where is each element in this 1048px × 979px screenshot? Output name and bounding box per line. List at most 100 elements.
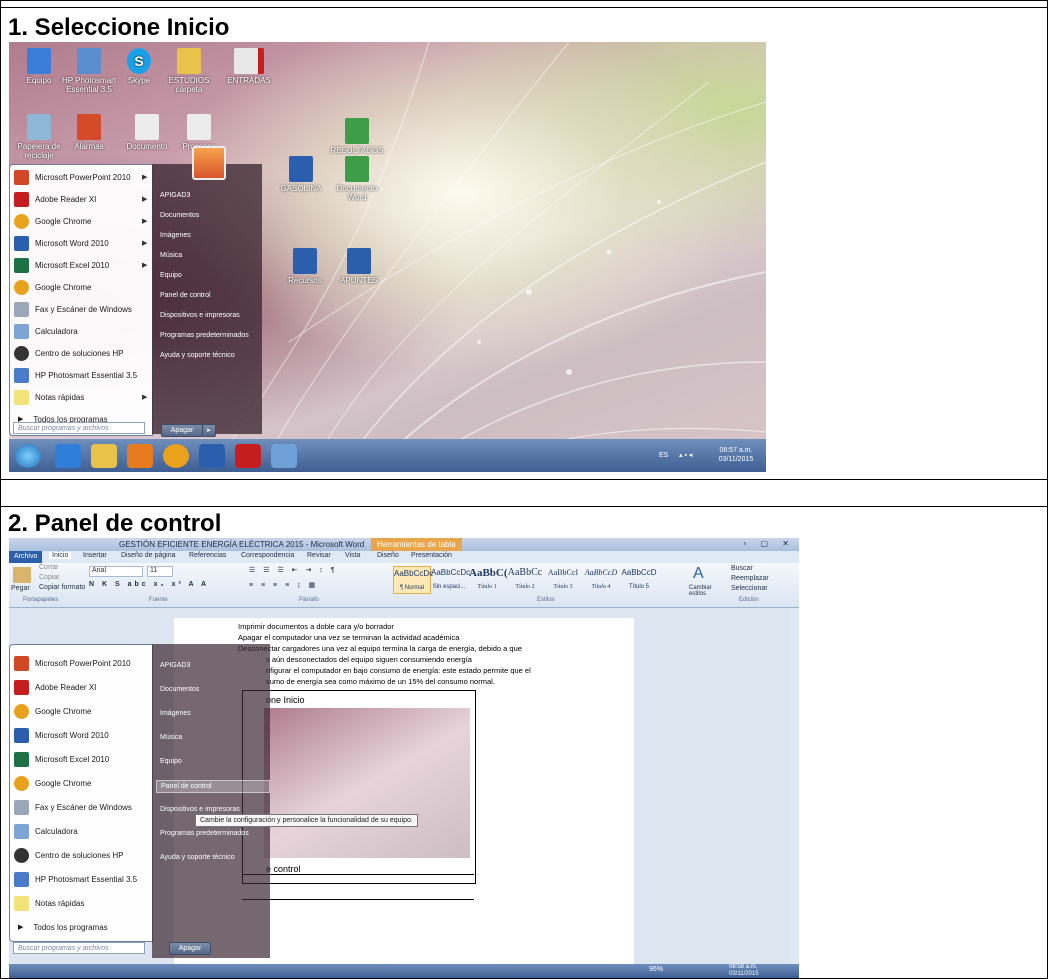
start-link-panel-control[interactable]: Panel de control bbox=[156, 780, 270, 793]
tab-diseno-pagina[interactable]: Diseño de página bbox=[121, 552, 176, 559]
font-size-select[interactable]: 11 bbox=[147, 566, 173, 577]
start-search-input[interactable]: Buscar programas y archivos bbox=[13, 422, 145, 434]
tab-revisar[interactable]: Revisar bbox=[307, 552, 331, 559]
style-sin-espaciado[interactable]: AaBbCcDc Sin espaci... bbox=[431, 566, 470, 592]
start-link-documentos[interactable]: Documentos bbox=[160, 686, 199, 693]
cut-button[interactable]: Cortar bbox=[39, 564, 58, 571]
desktop-icon-word2[interactable]: Recursos bbox=[275, 248, 335, 285]
select-button[interactable]: Seleccionar bbox=[731, 585, 768, 592]
network-icon[interactable] bbox=[271, 444, 297, 468]
program-item[interactable]: Fax y Escáner de Windows bbox=[14, 299, 132, 319]
program-item[interactable]: HP Photosmart Essential 3.5 bbox=[14, 365, 137, 385]
style-titulo-1[interactable]: AaBbC(Título 1 bbox=[469, 566, 508, 592]
start-link-user[interactable]: APIGAD3 bbox=[160, 192, 190, 199]
tab-archivo[interactable]: Archivo bbox=[9, 551, 43, 563]
shutdown-options-icon[interactable]: ▸ bbox=[202, 424, 216, 437]
program-item[interactable]: Notas rápidas bbox=[14, 893, 84, 913]
window-controls[interactable]: ▫ ▢ ✕ bbox=[743, 539, 795, 548]
start-link-programas[interactable]: Programas predeterminados bbox=[160, 830, 249, 837]
clock-2[interactable]: 08:58 a.m. 03/11/2015 bbox=[729, 964, 759, 978]
start-link-dispositivos[interactable]: Dispositivos e impresoras bbox=[160, 312, 240, 319]
start-link-programas[interactable]: Programas predeterminados bbox=[160, 332, 249, 339]
tab-referencias[interactable]: Referencias bbox=[189, 552, 226, 559]
start-link-musica[interactable]: Música bbox=[160, 734, 182, 741]
word-icon[interactable] bbox=[199, 444, 225, 468]
desktop-icon-excel2[interactable]: Documento Word bbox=[327, 156, 387, 202]
paste-icon[interactable] bbox=[13, 567, 31, 583]
program-item[interactable]: Microsoft Excel 2010 ▶ bbox=[14, 255, 147, 275]
list-buttons[interactable]: ☰ ☰ ☰ ⇤ ⇥ ↕ ¶ bbox=[249, 566, 338, 574]
shutdown-button-2[interactable]: Apagar bbox=[169, 942, 211, 955]
format-painter-button[interactable]: Copiar formato bbox=[39, 584, 85, 591]
start-orb-icon[interactable] bbox=[15, 444, 41, 468]
program-item[interactable]: Adobe Reader XI ▶ bbox=[14, 189, 147, 209]
program-item[interactable]: Microsoft PowerPoint 2010 bbox=[14, 653, 131, 673]
tab-insertar[interactable]: Insertar bbox=[83, 552, 107, 559]
tab-correspondencia[interactable]: Correspondencia bbox=[241, 552, 294, 559]
program-item[interactable]: Microsoft Word 2010 bbox=[14, 725, 109, 745]
program-item[interactable]: Microsoft PowerPoint 2010 ▶ bbox=[14, 167, 147, 187]
chrome-icon[interactable] bbox=[163, 444, 189, 468]
style-titulo-2[interactable]: AaBbCc Título 2 bbox=[507, 566, 543, 592]
start-link-ayuda[interactable]: Ayuda y soporte técnico bbox=[160, 352, 235, 359]
program-item[interactable]: Centro de soluciones HP bbox=[14, 845, 124, 865]
find-button[interactable]: Buscar bbox=[731, 565, 753, 572]
start-link-user[interactable]: APIGAD3 bbox=[160, 662, 190, 669]
start-link-panel-control[interactable]: Panel de control bbox=[160, 292, 211, 299]
desktop-icon-excel[interactable]: RESULTADOS bbox=[327, 118, 387, 155]
change-styles-button[interactable]: Cambiar estilos bbox=[689, 585, 713, 597]
start-link-documentos[interactable]: Documentos bbox=[160, 212, 199, 219]
language-indicator[interactable]: ES bbox=[659, 451, 668, 460]
media-player-icon[interactable] bbox=[127, 444, 153, 468]
start-link-imagenes[interactable]: Imágenes bbox=[160, 710, 191, 717]
all-programs[interactable]: ▶ Todos los programas bbox=[14, 917, 108, 937]
start-search-input-2[interactable]: Buscar programas y archivos bbox=[13, 942, 145, 954]
program-item[interactable]: Google Chrome bbox=[14, 773, 91, 793]
program-item[interactable]: Google Chrome ▶ bbox=[14, 211, 147, 231]
style-normal[interactable]: AaBbCcDc ¶ Normal bbox=[393, 566, 433, 594]
desktop-icon-doc[interactable]: Documento bbox=[117, 114, 177, 151]
style-titulo-5[interactable]: AaBbCcD Título 5 bbox=[621, 566, 657, 592]
program-item[interactable]: Fax y Escáner de Windows bbox=[14, 797, 132, 817]
format-buttons[interactable]: N K S abc x₂ x² A A bbox=[89, 581, 209, 588]
style-titulo-4[interactable]: AaBbCcD Título 4 bbox=[583, 566, 619, 592]
copy-button[interactable]: Copiar bbox=[39, 574, 60, 581]
program-item[interactable]: Calculadora bbox=[14, 321, 78, 341]
internet-explorer-icon[interactable] bbox=[55, 444, 81, 468]
desktop-icon-word3[interactable]: APUNTES bbox=[329, 248, 389, 285]
tab-vista[interactable]: Vista bbox=[345, 552, 360, 559]
program-item[interactable]: HP Photosmart Essential 3.5 bbox=[14, 869, 137, 889]
start-link-dispositivos[interactable]: Dispositivos e impresoras bbox=[160, 806, 240, 813]
program-item[interactable]: Microsoft Word 2010 ▶ bbox=[14, 233, 147, 253]
change-styles-icon[interactable]: A bbox=[693, 565, 704, 583]
start-link-equipo[interactable]: Equipo bbox=[160, 272, 182, 279]
start-link-imagenes[interactable]: Imágenes bbox=[160, 232, 191, 239]
desktop-icon-folder[interactable]: ESTUDIOS carpeta bbox=[159, 48, 219, 94]
shutdown-button[interactable]: Apagar bbox=[161, 424, 203, 437]
font-name-select[interactable]: Arial bbox=[89, 566, 143, 577]
tab-diseno[interactable]: Diseño bbox=[377, 552, 399, 559]
tab-presentacion[interactable]: Presentación bbox=[411, 552, 452, 559]
align-buttons[interactable]: ≡ ≡ ≡ ≡ ↨ ▦ bbox=[249, 581, 318, 589]
program-item[interactable]: Centro de soluciones HP bbox=[14, 343, 124, 363]
zoom-level[interactable]: 96% bbox=[649, 966, 663, 973]
adobe-icon[interactable] bbox=[235, 444, 261, 468]
vertical-scrollbar[interactable] bbox=[789, 608, 799, 964]
style-titulo-3[interactable]: AaBbCcI Título 3 bbox=[545, 566, 581, 592]
desktop-icon-pdf[interactable]: ENTRADAS bbox=[219, 48, 279, 85]
paste-button[interactable]: Pegar bbox=[11, 585, 30, 592]
start-link-ayuda[interactable]: Ayuda y soporte técnico bbox=[160, 854, 235, 861]
tab-inicio[interactable]: Inicio bbox=[49, 552, 72, 559]
desktop-icon-alarm[interactable]: Alarmas bbox=[59, 114, 119, 151]
program-item[interactable]: Google Chrome bbox=[14, 277, 91, 297]
desktop-icon-word1[interactable]: GASOLINA bbox=[271, 156, 331, 193]
start-link-musica[interactable]: Música bbox=[160, 252, 182, 259]
replace-button[interactable]: Reemplazar bbox=[731, 575, 769, 582]
program-item[interactable]: Google Chrome bbox=[14, 701, 91, 721]
program-item[interactable]: Notas rápidas ▶ bbox=[14, 387, 147, 407]
tray-icons[interactable]: ▴ ▪ ◂ bbox=[679, 451, 692, 460]
program-item[interactable]: Calculadora bbox=[14, 821, 78, 841]
program-item[interactable]: Adobe Reader XI bbox=[14, 677, 96, 697]
clock[interactable]: 08:57 a.m. 03/11/2015 bbox=[711, 446, 761, 464]
start-link-equipo[interactable]: Equipo bbox=[160, 758, 182, 765]
